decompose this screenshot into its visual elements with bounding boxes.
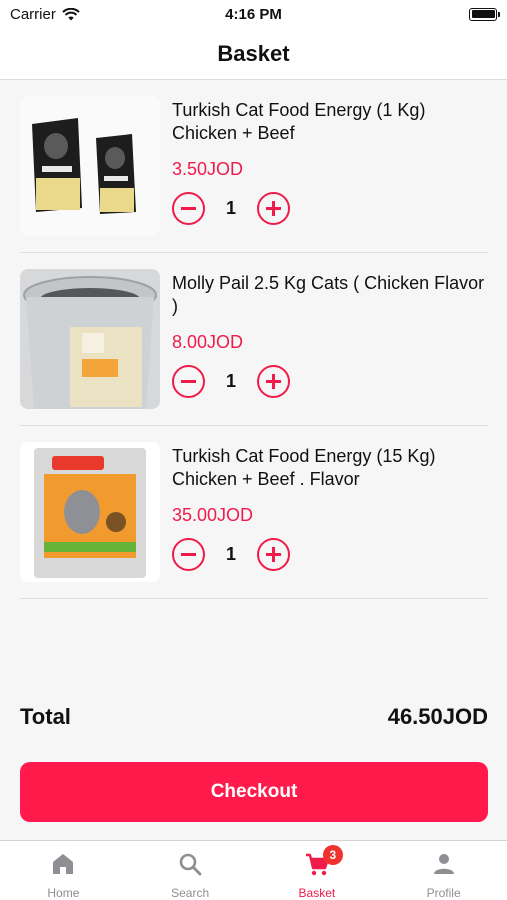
status-left: Carrier xyxy=(10,6,80,23)
item-price: 3.50JOD xyxy=(172,159,244,179)
quantity-stepper: 1 xyxy=(172,538,488,571)
cat-food-large-bag-photo xyxy=(20,442,160,582)
total-label: Total xyxy=(20,704,71,729)
quantity-stepper: 1 xyxy=(172,365,488,398)
item-price: 35.00JOD xyxy=(172,505,254,525)
decrease-quantity-button[interactable] xyxy=(172,365,205,398)
cat-food-bags-photo xyxy=(20,96,160,236)
increase-quantity-button[interactable] xyxy=(257,365,290,398)
total-value: 46.50JOD xyxy=(387,704,488,729)
cart-item-body: Turkish Cat Food Energy (15 Kg) Chicken … xyxy=(172,442,488,571)
cart-item-list: Turkish Cat Food Energy (1 Kg) Chicken +… xyxy=(20,80,488,599)
cart-item: Turkish Cat Food Energy (15 Kg) Chicken … xyxy=(20,426,488,599)
item-price: 8.00JOD xyxy=(172,332,244,352)
item-name: Molly Pail 2.5 Kg Cats ( Chicken Flavor … xyxy=(172,273,485,316)
cart-item: Molly Pail 2.5 Kg Cats ( Chicken Flavor … xyxy=(20,253,488,426)
cart-item: Turkish Cat Food Energy (1 Kg) Chicken +… xyxy=(20,80,488,253)
tab-profile[interactable]: Profile xyxy=(380,841,507,900)
item-name: Turkish Cat Food Energy (15 Kg) Chicken … xyxy=(172,446,436,489)
home-icon xyxy=(53,854,74,874)
person-icon xyxy=(433,854,454,874)
cart-item-body: Molly Pail 2.5 Kg Cats ( Chicken Flavor … xyxy=(172,269,488,398)
cart-item-body: Turkish Cat Food Energy (1 Kg) Chicken +… xyxy=(172,96,488,225)
quantity-value: 1 xyxy=(225,544,236,564)
tab-basket-label: Basket xyxy=(298,886,336,900)
tab-search[interactable]: Search xyxy=(127,841,254,900)
quantity-value: 1 xyxy=(225,371,236,391)
checkout-button[interactable]: Checkout xyxy=(20,762,488,822)
search-icon xyxy=(179,853,202,876)
status-bar: Carrier 4:16 PM xyxy=(0,0,507,28)
battery-icon xyxy=(469,7,500,21)
quantity-value: 1 xyxy=(225,198,236,218)
tab-profile-label: Profile xyxy=(426,886,461,900)
increase-quantity-button[interactable] xyxy=(257,192,290,225)
cat-food-pail-photo xyxy=(20,269,160,409)
tab-home[interactable]: Home xyxy=(0,841,127,900)
tab-search-label: Search xyxy=(171,886,210,900)
increase-quantity-button[interactable] xyxy=(257,538,290,571)
item-name: Turkish Cat Food Energy (1 Kg) Chicken +… xyxy=(172,100,426,143)
tab-bar: Home Search 3 Basket Profile xyxy=(0,840,507,900)
decrease-quantity-button[interactable] xyxy=(172,192,205,225)
decrease-quantity-button[interactable] xyxy=(172,538,205,571)
tab-home-label: Home xyxy=(47,886,80,900)
tab-basket[interactable]: 3 Basket xyxy=(254,841,381,900)
wifi-icon xyxy=(62,7,80,20)
carrier-label: Carrier xyxy=(10,5,56,23)
nav-header: Basket xyxy=(0,28,507,80)
total-row: Total 46.50JOD xyxy=(20,704,488,730)
quantity-stepper: 1 xyxy=(172,192,488,225)
cart-count-badge: 3 xyxy=(322,845,343,865)
page-title: Basket xyxy=(217,40,290,66)
